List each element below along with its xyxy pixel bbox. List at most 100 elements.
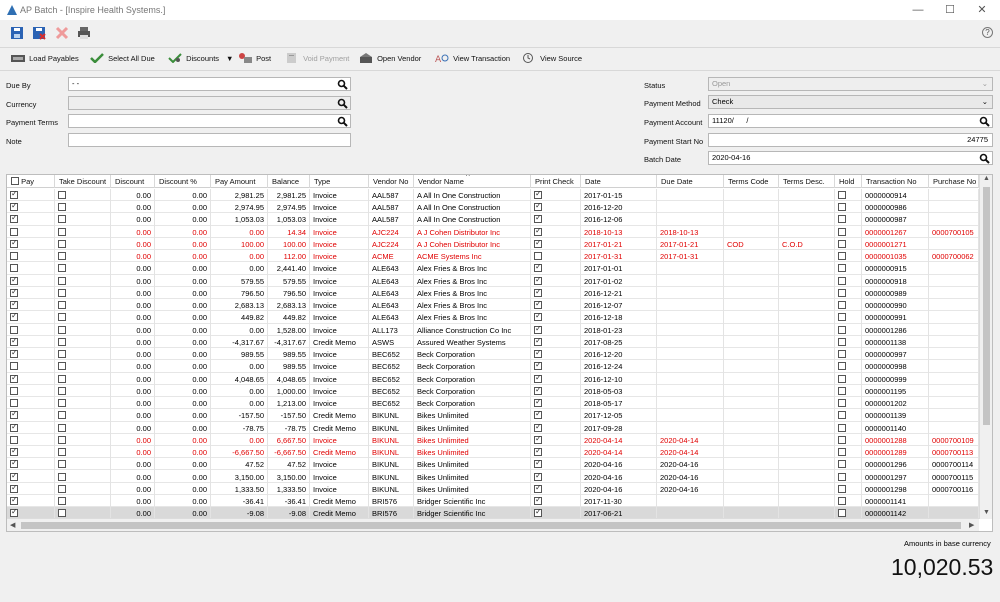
print-checkbox[interactable]: [534, 409, 542, 420]
pay-checkbox[interactable]: [10, 189, 18, 199]
table-row[interactable]: 0.000.0047.5247.52InvoiceBIKUNLBikes Unl…: [7, 458, 979, 472]
take-checkbox[interactable]: [58, 362, 66, 371]
pay-checkbox[interactable]: [10, 471, 18, 481]
column-header-discount[interactable]: Discount: [111, 175, 155, 188]
column-header-terms-code[interactable]: Terms Code: [724, 175, 779, 188]
hold-checkbox[interactable]: [838, 252, 846, 261]
payment-account-field[interactable]: 11120/ /: [708, 114, 993, 128]
print-checkbox[interactable]: [534, 434, 542, 444]
pay-checkbox[interactable]: [10, 264, 18, 273]
payment-terms-field[interactable]: [68, 114, 351, 128]
scroll-up-icon[interactable]: ▲: [983, 175, 990, 182]
take-checkbox[interactable]: [58, 313, 66, 322]
print-checkbox[interactable]: [534, 348, 542, 359]
column-header-vendor-no[interactable]: Vendor No: [369, 175, 414, 188]
table-row[interactable]: 0.000.002,974.952,974.95InvoiceAAL587A A…: [7, 201, 979, 215]
pay-checkbox[interactable]: [10, 311, 18, 322]
hold-checkbox[interactable]: [838, 288, 846, 297]
print-checkbox[interactable]: [534, 458, 542, 469]
view-transaction-button[interactable]: A View Transaction: [435, 54, 510, 66]
print-checkbox[interactable]: [534, 397, 542, 408]
print-checkbox[interactable]: [534, 189, 542, 199]
hold-checkbox[interactable]: [838, 313, 846, 322]
hold-checkbox[interactable]: [838, 423, 846, 432]
pay-checkbox[interactable]: [10, 299, 18, 310]
print-checkbox[interactable]: [534, 507, 542, 518]
hold-checkbox[interactable]: [838, 337, 846, 346]
column-header-terms-desc[interactable]: Terms Desc.: [779, 175, 835, 188]
take-checkbox[interactable]: [58, 215, 66, 224]
hold-checkbox[interactable]: [838, 227, 846, 236]
pay-checkbox[interactable]: [10, 483, 18, 493]
table-row[interactable]: 0.00 0.00 0.00 989.55 Invoice BEC652 Beck Corp…: [7, 360, 979, 374]
due-by-field[interactable]: - -: [68, 77, 351, 91]
pay-checkbox[interactable]: [10, 287, 18, 297]
pay-checkbox[interactable]: [10, 325, 18, 334]
payment-start-field[interactable]: 24775: [708, 133, 993, 147]
discounts-button[interactable]: Discounts: [168, 53, 219, 66]
hold-checkbox[interactable]: [838, 509, 846, 518]
column-header-type[interactable]: Type: [310, 175, 369, 188]
pay-checkbox[interactable]: [10, 373, 18, 383]
select-all-due-button[interactable]: Select All Due: [90, 53, 155, 66]
table-row[interactable]: 0.00 0.00 0.00 112.00 Invoice ACME ACME System…: [7, 250, 979, 264]
table-row[interactable]: 0.000.00-36.41-36.41Credit MemoBRI576Bri…: [7, 495, 979, 508]
print-checkbox[interactable]: [534, 201, 542, 212]
batch-date-field[interactable]: 2020-04-16: [708, 151, 993, 165]
column-header-date[interactable]: Date: [581, 175, 657, 188]
hold-checkbox[interactable]: [838, 325, 846, 334]
take-checkbox[interactable]: [58, 374, 66, 383]
discounts-dropdown[interactable]: ▼: [226, 54, 233, 66]
hold-checkbox[interactable]: [838, 472, 846, 481]
vertical-scrollbar[interactable]: ▲ ▼: [979, 175, 992, 519]
table-row[interactable]: 0.000.00579.55579.55InvoiceALE643Alex Fr…: [7, 274, 979, 288]
table-row[interactable]: 0.000.00449.82449.82InvoiceALE643Alex Fr…: [7, 311, 979, 325]
hold-checkbox[interactable]: [838, 374, 846, 383]
search-icon[interactable]: [337, 116, 348, 127]
print-checkbox[interactable]: [534, 324, 542, 334]
take-checkbox[interactable]: [58, 191, 66, 199]
table-row[interactable]: 0.000.00100.00100.00InvoiceAJC224A J Coh…: [7, 237, 979, 251]
take-checkbox[interactable]: [58, 276, 66, 285]
column-header-take-discount[interactable]: Take Discount: [55, 175, 111, 188]
hold-checkbox[interactable]: [838, 203, 846, 212]
column-header-vendor-name[interactable]: Vendor Name: [414, 175, 531, 188]
print-checkbox[interactable]: [534, 238, 542, 248]
table-row[interactable]: 0.00 0.00 0.00 6,667.50 Invoice BIKUNL Bikes U…: [7, 433, 979, 447]
pay-checkbox[interactable]: [10, 227, 18, 236]
hold-checkbox[interactable]: [838, 399, 846, 408]
pay-checkbox[interactable]: [10, 362, 18, 371]
pay-checkbox[interactable]: [10, 507, 18, 518]
take-checkbox[interactable]: [58, 325, 66, 334]
payables-grid[interactable]: Pay Take Discount Discount Discount % Pa…: [6, 174, 993, 532]
take-checkbox[interactable]: [58, 484, 66, 493]
take-checkbox[interactable]: [58, 423, 66, 432]
scroll-down-icon[interactable]: ▼: [983, 509, 990, 516]
search-icon[interactable]: [337, 98, 348, 109]
print-checkbox[interactable]: [534, 287, 542, 297]
column-header-pay[interactable]: Pay: [7, 175, 55, 188]
table-row[interactable]: 0.000.00-4,317.67-4,317.67Credit MemoASW…: [7, 335, 979, 349]
status-field[interactable]: Open ⌄: [708, 77, 993, 91]
table-row[interactable]: 0.000.00-157.50-157.50Credit MemoBIKUNLB…: [7, 409, 979, 423]
delete-icon[interactable]: [55, 26, 69, 40]
take-checkbox[interactable]: [58, 301, 66, 310]
take-checkbox[interactable]: [58, 448, 66, 457]
load-payables-button[interactable]: Load Payables: [11, 54, 79, 66]
hold-checkbox[interactable]: [838, 215, 846, 224]
pay-checkbox[interactable]: [10, 238, 18, 248]
chevron-down-icon[interactable]: ⌄: [982, 78, 988, 90]
take-checkbox[interactable]: [58, 411, 66, 420]
pay-checkbox[interactable]: [10, 386, 18, 395]
take-checkbox[interactable]: [58, 435, 66, 444]
minimize-icon[interactable]: —: [906, 2, 930, 18]
print-checkbox[interactable]: [534, 311, 542, 322]
scroll-right-icon[interactable]: ▶: [969, 521, 974, 529]
column-header-hold[interactable]: Hold: [835, 175, 862, 188]
chevron-down-icon[interactable]: ⌄: [982, 96, 988, 108]
take-checkbox[interactable]: [58, 264, 66, 273]
help-icon[interactable]: ?: [982, 27, 993, 38]
currency-field[interactable]: [68, 96, 351, 110]
table-row[interactable]: 0.000.00796.50796.50InvoiceALE643Alex Fr…: [7, 286, 979, 300]
payment-method-select[interactable]: Check ⌄: [708, 95, 993, 109]
